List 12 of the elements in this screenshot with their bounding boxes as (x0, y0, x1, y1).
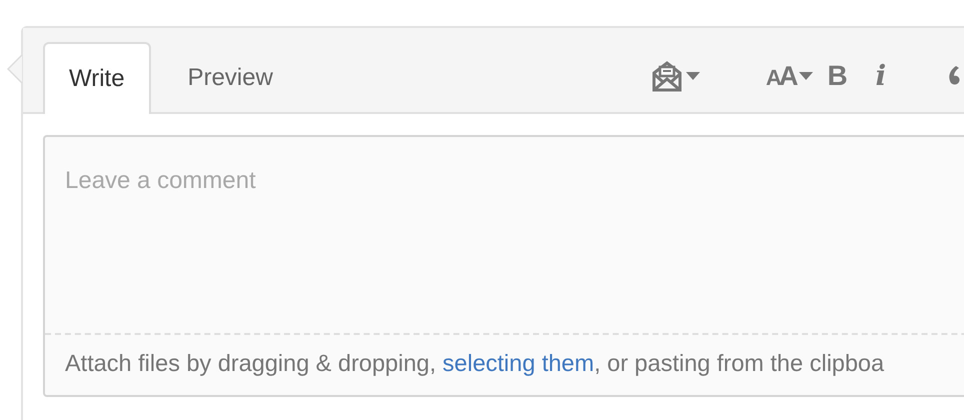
select-files-link[interactable]: selecting them (442, 350, 594, 376)
reply-button[interactable] (652, 60, 700, 92)
text-size-button[interactable]: AA (766, 56, 814, 96)
caret-icon (686, 72, 700, 80)
attach-hint: Attach files by dragging & dropping, selecting them, or pasting from the clipboa (65, 349, 884, 378)
caret-icon (799, 72, 814, 80)
bold-button[interactable]: B (827, 55, 848, 97)
italic-button[interactable]: i (876, 55, 886, 97)
comment-field[interactable]: Leave a comment (43, 135, 964, 333)
envelope-icon (652, 60, 682, 92)
tab[interactable]: Preview (150, 42, 310, 114)
tab[interactable]: Write (43, 42, 151, 114)
